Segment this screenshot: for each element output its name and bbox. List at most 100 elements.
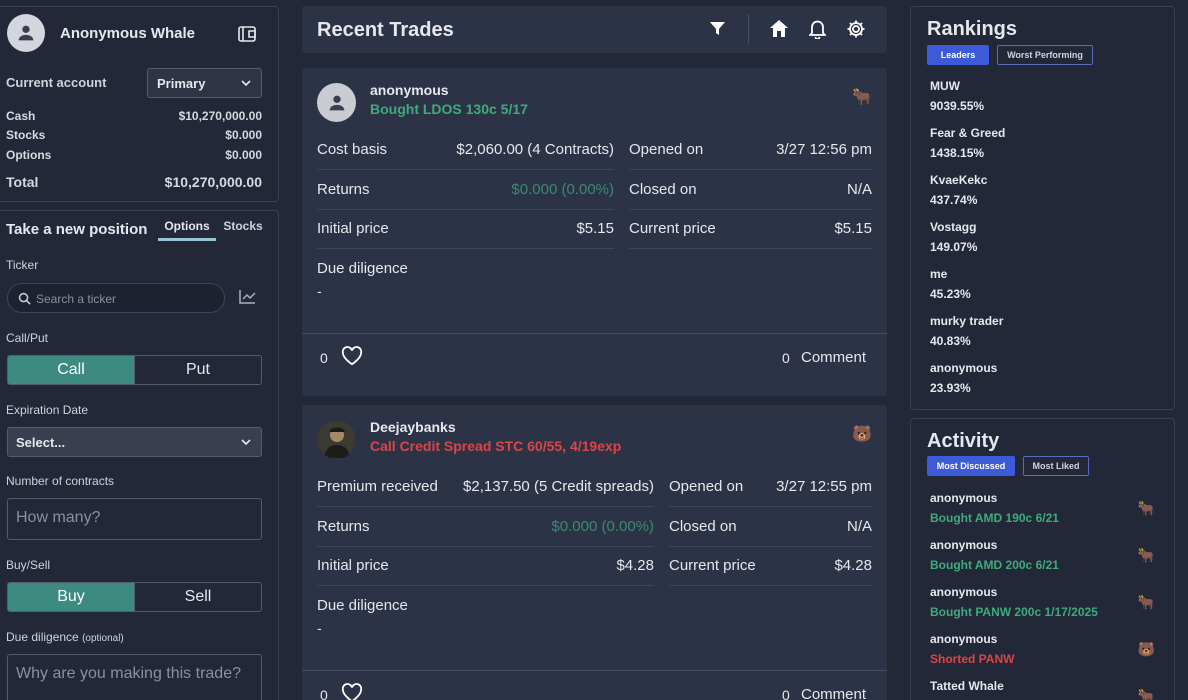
expiration-label: Expiration Date (6, 403, 89, 417)
expiration-select-value: Select... (16, 435, 66, 450)
bull-icon: 🐂 (1137, 594, 1155, 610)
ranking-value: 9039.55% (930, 99, 985, 113)
activity-user[interactable]: Tatted Whale (930, 679, 1004, 693)
comment-count: 0 (782, 687, 790, 700)
ticker-placeholder: Search a ticker (36, 292, 117, 306)
gear-icon[interactable] (846, 19, 866, 44)
ranking-name[interactable]: me (930, 267, 947, 281)
bull-icon: 🐂 (1137, 547, 1155, 563)
bull-icon: 🐂 (1137, 500, 1155, 516)
account-username: Anonymous Whale (60, 25, 196, 42)
ranking-name[interactable]: murky trader (930, 314, 1003, 328)
chart-icon[interactable] (239, 289, 256, 309)
trade-action: Bought LDOS 130c 5/17 (370, 101, 528, 117)
contracts-input[interactable]: How many? (7, 498, 262, 540)
wallet-icon[interactable] (237, 24, 257, 44)
activity-action[interactable]: Bought PANW 200c 1/17/2025 (930, 605, 1098, 619)
comment-button[interactable]: Comment (801, 686, 866, 700)
balance-row-cash: Cash $10,270,000.00 (6, 109, 262, 123)
rankings-title: Rankings (927, 18, 1018, 40)
trade-dd-value: - (317, 620, 322, 636)
heart-icon[interactable] (341, 683, 363, 700)
balance-row-total: Total $10,270,000.00 (6, 174, 262, 190)
trade-row-closed: Closed on N/A (629, 170, 872, 210)
activity-user[interactable]: anonymous (930, 538, 997, 552)
callput-toggle: Call Put (7, 355, 262, 385)
ranking-value: 1438.15% (930, 146, 985, 160)
left-sidebar: Anonymous Whale Current account Primary … (0, 0, 279, 700)
trade-avatar-icon[interactable] (317, 420, 356, 459)
trade-dd-value: - (317, 283, 322, 299)
ranking-name[interactable]: Fear & Greed (930, 126, 1005, 140)
trade-row-returns: Returns $0.000 (0.00%) (317, 170, 614, 210)
trade-action: Call Credit Spread STC 60/55, 4/19exp (370, 438, 622, 454)
due-diligence-label: Due diligence (optional) (6, 630, 124, 644)
callput-label: Call/Put (6, 331, 49, 345)
user-avatar-icon[interactable] (7, 14, 45, 52)
tab-options[interactable]: Options (158, 219, 216, 241)
put-button[interactable]: Put (134, 356, 261, 384)
balance-row-stocks: Stocks $0.000 (6, 128, 262, 142)
trade-dd-label: Due diligence (317, 260, 408, 277)
ranking-name[interactable]: anonymous (930, 361, 997, 375)
expiration-select[interactable]: Select... (7, 427, 262, 457)
trade-footer: 0 0 Comment (302, 334, 887, 382)
due-diligence-placeholder: Why are you making this trade? (16, 665, 241, 682)
trade-card: anonymous Bought LDOS 130c 5/17 🐂 Cost b… (302, 68, 887, 396)
ticker-search-input[interactable]: Search a ticker (7, 283, 225, 313)
ranking-name[interactable]: KvaeKekc (930, 173, 987, 187)
trade-username[interactable]: anonymous (370, 82, 449, 98)
trade-avatar-icon[interactable] (317, 83, 356, 122)
bull-icon: 🐂 (1137, 688, 1155, 700)
activity-user[interactable]: anonymous (930, 585, 997, 599)
buysell-label: Buy/Sell (6, 558, 51, 572)
ticker-label: Ticker (6, 258, 39, 272)
tab-stocks[interactable]: Stocks (222, 219, 264, 233)
filter-icon[interactable] (709, 21, 726, 41)
home-icon[interactable] (769, 19, 789, 43)
trade-username[interactable]: Deejaybanks (370, 419, 456, 435)
contracts-placeholder: How many? (16, 509, 101, 526)
trade-row-opened: Opened on 3/27 12:56 pm (629, 130, 872, 170)
tab-most-discussed[interactable]: Most Discussed (927, 456, 1015, 476)
buy-button[interactable]: Buy (8, 583, 134, 611)
ranking-value: 23.93% (930, 381, 971, 395)
activity-title: Activity (927, 430, 1000, 452)
heart-icon[interactable] (341, 346, 363, 371)
balance-row-options: Options $0.000 (6, 148, 262, 162)
comment-button[interactable]: Comment (801, 349, 866, 366)
activity-action[interactable]: Shorted PANW (930, 652, 1014, 666)
trade-row-initial-price: Initial price $4.28 (317, 546, 654, 586)
feed-title: Recent Trades (317, 19, 454, 41)
comment-count: 0 (782, 350, 790, 366)
activity-action[interactable]: Bought AMD 190c 6/21 (930, 511, 1059, 525)
ranking-name[interactable]: Vostagg (930, 220, 976, 234)
sell-button[interactable]: Sell (134, 583, 261, 611)
ranking-value: 40.83% (930, 334, 971, 348)
bear-icon: 🐻 (1137, 641, 1155, 657)
account-select[interactable]: Primary (147, 68, 262, 98)
ranking-value: 437.74% (930, 193, 978, 207)
trade-dd-label: Due diligence (317, 597, 408, 614)
current-account-label: Current account (6, 75, 107, 90)
tab-most-liked[interactable]: Most Liked (1023, 456, 1089, 476)
activity-user[interactable]: anonymous (930, 491, 997, 505)
tab-worst-performing[interactable]: Worst Performing (997, 45, 1093, 65)
due-diligence-input[interactable]: Why are you making this trade? (7, 654, 262, 700)
feed-header: Recent Trades (302, 6, 887, 53)
trade-row-cost-basis: Cost basis $2,060.00 (4 Contracts) (317, 130, 614, 170)
tab-leaders[interactable]: Leaders (927, 45, 989, 65)
call-button[interactable]: Call (8, 356, 134, 384)
ranking-name[interactable]: MUW (930, 79, 960, 93)
trade-row-current-price: Current price $5.15 (629, 209, 872, 249)
trade-footer: 0 0 Comment (302, 671, 887, 700)
buysell-toggle: Buy Sell (7, 582, 262, 612)
contracts-label: Number of contracts (6, 474, 115, 488)
activity-user[interactable]: anonymous (930, 632, 997, 646)
activity-action[interactable]: Bought AMD 200c 6/21 (930, 558, 1059, 572)
trade-row-premium: Premium received $2,137.50 (5 Credit spre… (317, 467, 654, 507)
like-count: 0 (320, 350, 328, 366)
rankings-card: Rankings Leaders Worst Performing MUW 90… (910, 6, 1175, 410)
new-position-title: Take a new position (6, 221, 148, 238)
bell-icon[interactable] (807, 19, 828, 44)
